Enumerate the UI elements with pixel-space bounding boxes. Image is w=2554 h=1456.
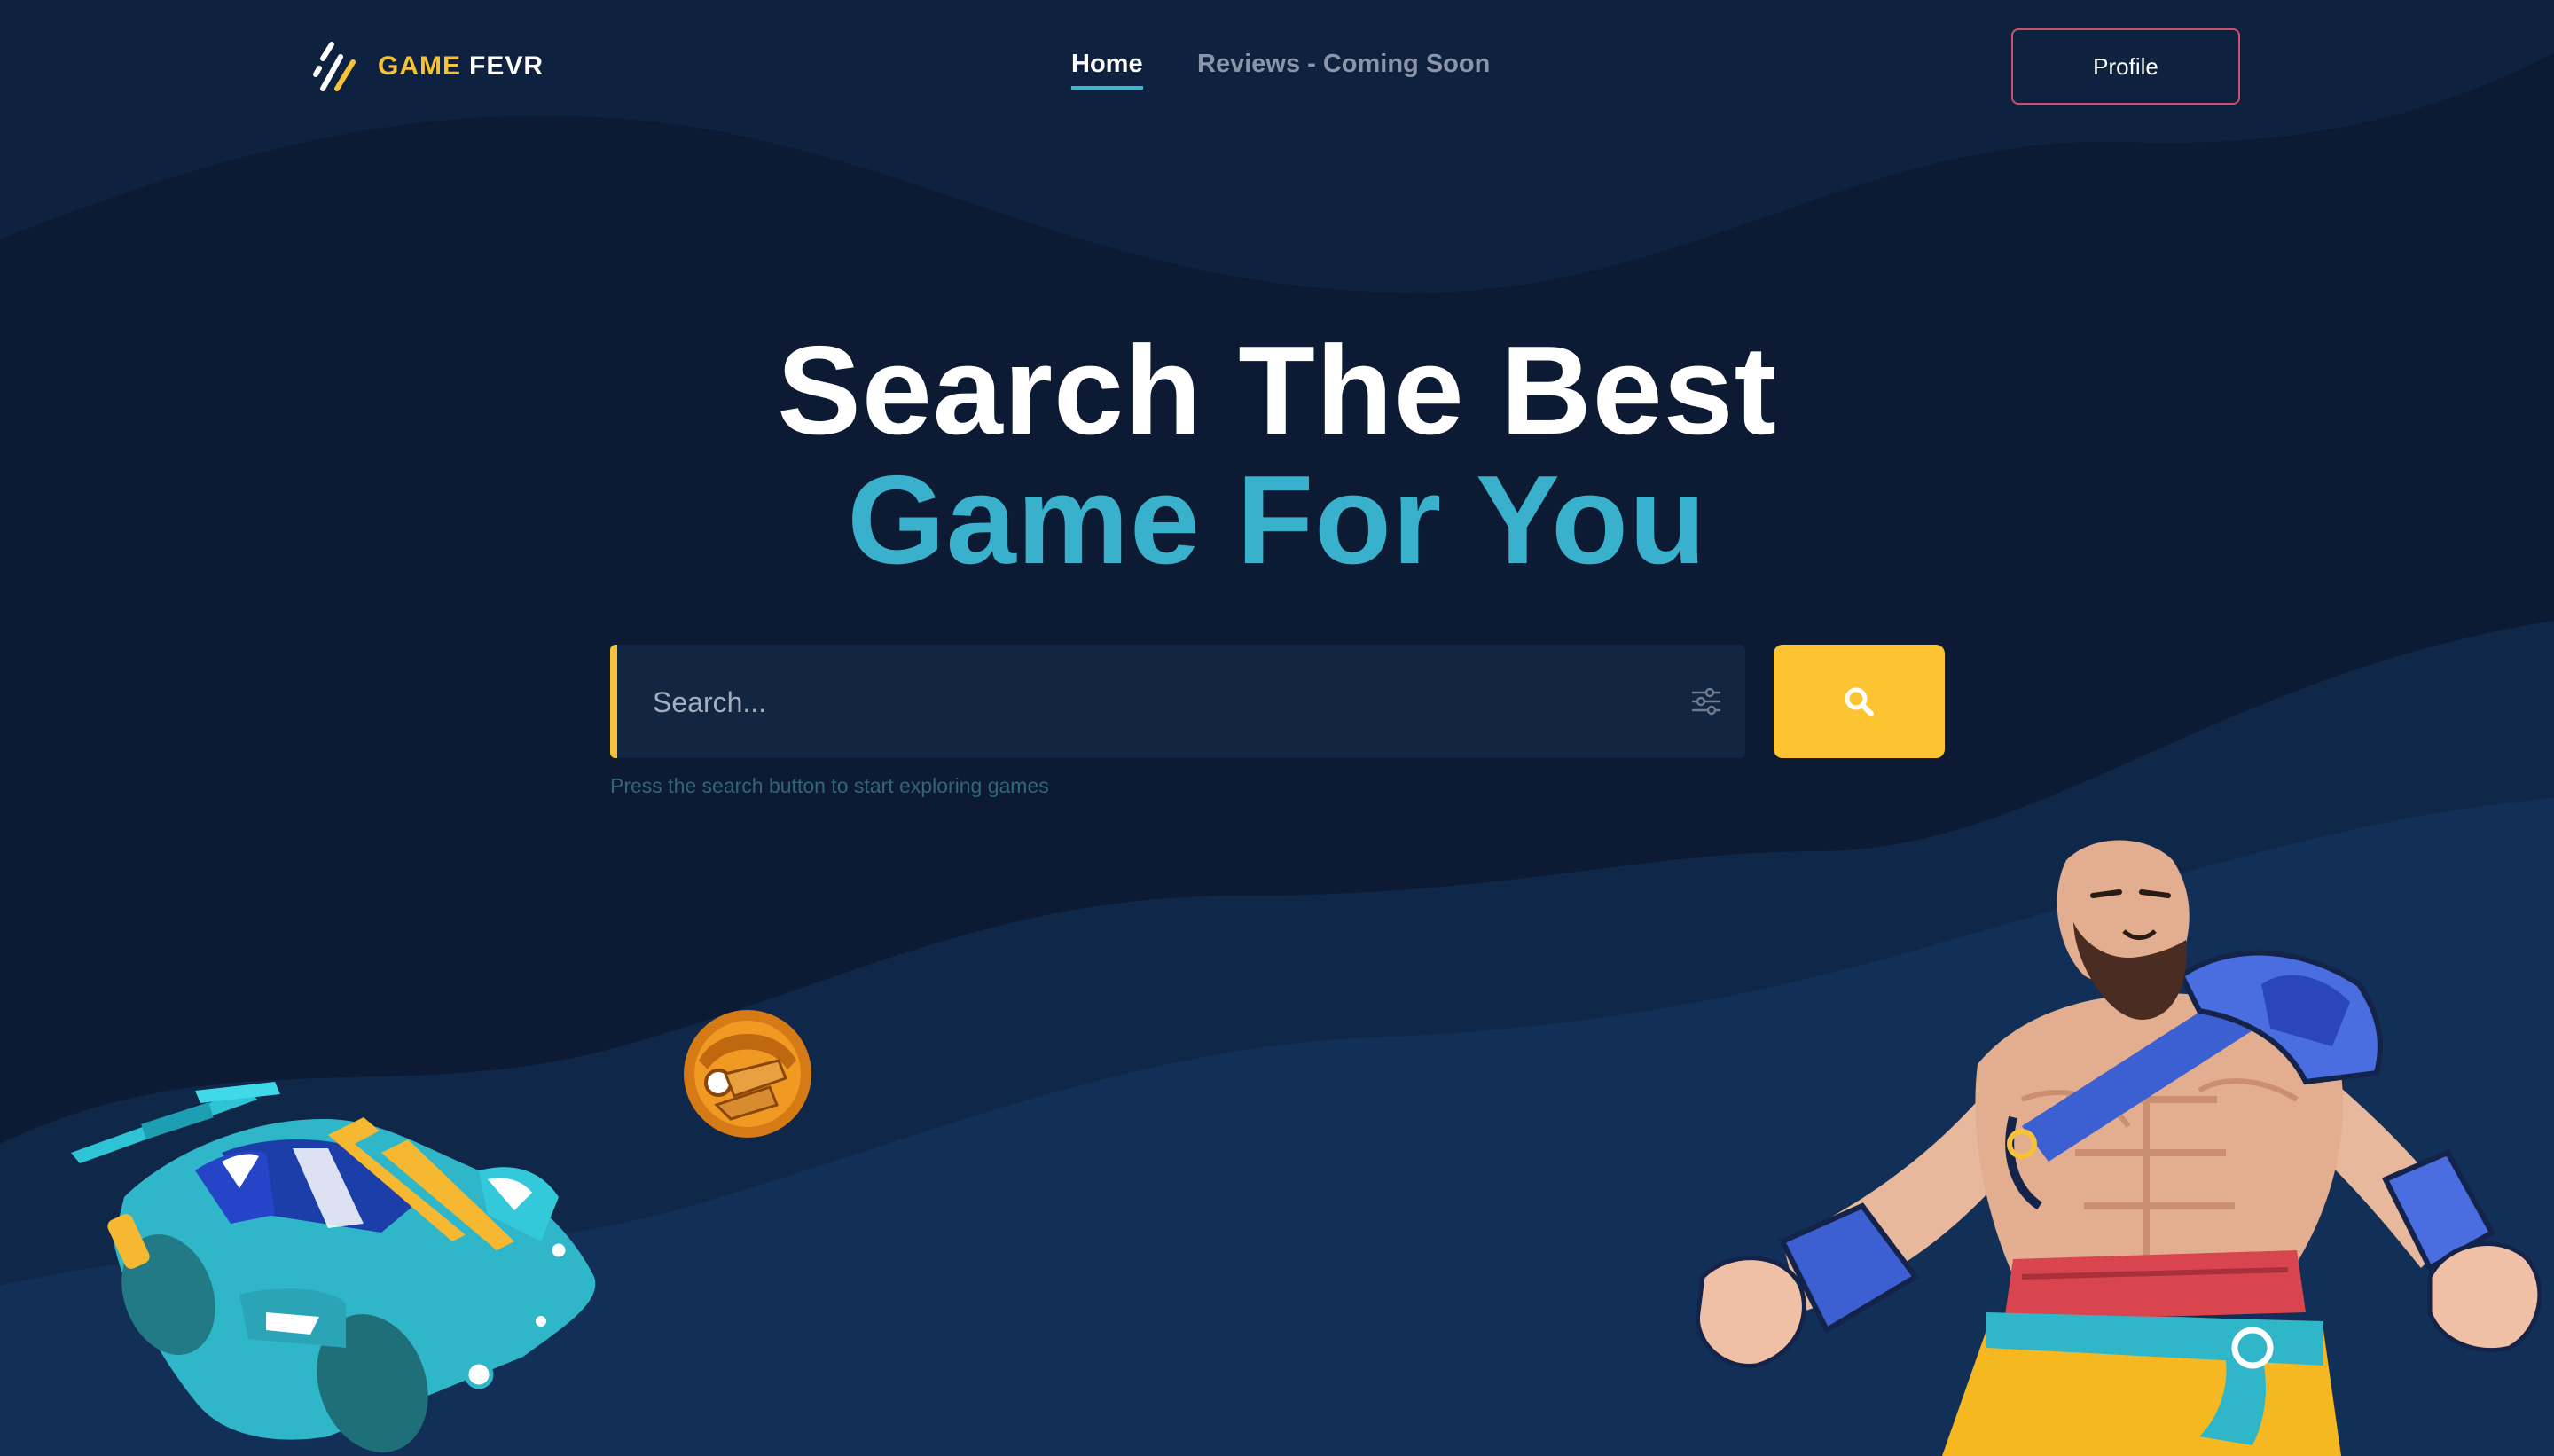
brand-name: GAME FEVR — [378, 51, 544, 82]
warrior-character-illustration — [1695, 840, 2542, 1456]
brand-word-fevr: FEVR — [469, 51, 544, 81]
brand-word-game: GAME — [378, 51, 461, 81]
headline-line-1: Search The Best — [777, 320, 1777, 461]
brand-logo[interactable]: GAME FEVR — [310, 39, 544, 94]
rocket-ball-illustration — [684, 1010, 811, 1138]
search-bar — [610, 645, 1745, 760]
game-fevr-logo-icon — [313, 42, 356, 91]
magnifier-search-icon — [1845, 687, 1874, 716]
hero-headline: Search The Best Game For You — [0, 326, 2554, 585]
profile-button[interactable]: Profile — [2011, 28, 2240, 105]
search-hint: Press the search button to start explori… — [610, 774, 1049, 797]
headline-line-2: Game For You — [847, 450, 1707, 591]
top-navigation: GAME FEVR Home Reviews - Coming Soon Prof… — [0, 0, 2554, 133]
sliders-filter-icon[interactable] — [1690, 685, 1722, 717]
search-input[interactable] — [651, 645, 1648, 760]
rocket-car-illustration — [71, 1082, 596, 1452]
nav-reviews-link[interactable]: Reviews - Coming Soon — [1197, 50, 1490, 79]
search-button[interactable] — [1774, 645, 1945, 758]
nav-home-link[interactable]: Home — [1071, 50, 1143, 90]
